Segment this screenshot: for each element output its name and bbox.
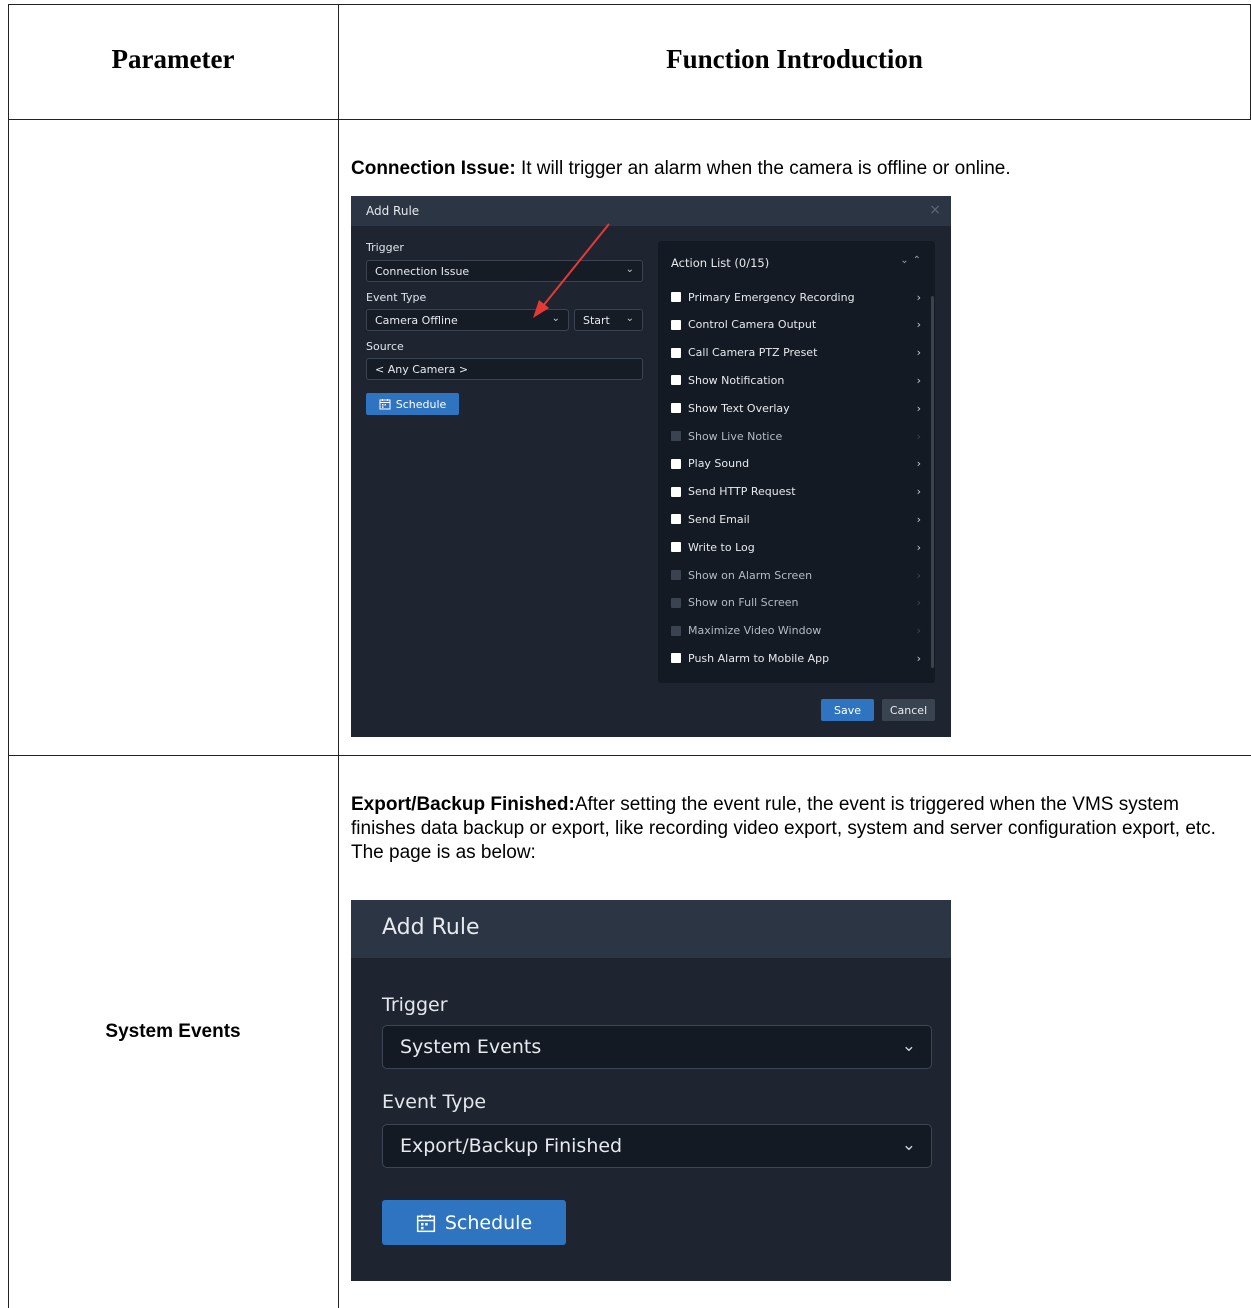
- chevron-down-icon: ⌄: [901, 1135, 916, 1155]
- add-rule-dialog-system-events: Add Rule Trigger System Events ⌄ Event T…: [351, 900, 951, 1281]
- header-parameter: Parameter: [111, 44, 235, 74]
- add-rule-dialog-connection-issue: Add Rule × Trigger Connection Issue ⌄ Ev…: [351, 196, 951, 737]
- trigger-label: Trigger: [382, 994, 448, 1016]
- row1-intro-title: Connection Issue:: [351, 158, 516, 179]
- row2-intro: Export/Backup Finished:After setting the…: [351, 793, 1231, 865]
- table-column-divider: [338, 4, 339, 1308]
- calendar-icon: [416, 1214, 435, 1232]
- event-type-select-value: Export/Backup Finished: [400, 1135, 623, 1157]
- schedule-button[interactable]: Schedule: [382, 1200, 566, 1245]
- chevron-down-icon: ⌄: [901, 1036, 916, 1056]
- trigger-select[interactable]: System Events ⌄: [382, 1025, 932, 1069]
- row1-parameter: [8, 120, 338, 755]
- event-type-select[interactable]: Export/Backup Finished ⌄: [382, 1124, 932, 1168]
- schedule-button-label: Schedule: [444, 1211, 533, 1234]
- trigger-select-value: System Events: [400, 1036, 542, 1058]
- row1-intro: Connection Issue: It will trigger an ala…: [351, 157, 1231, 181]
- header-function-introduction: Function Introduction: [666, 44, 923, 74]
- row1-intro-text: It will trigger an alarm when the camera…: [515, 158, 1011, 179]
- row2-parameter: System Events: [105, 1021, 241, 1042]
- annotation-arrow-icon: [533, 223, 610, 318]
- row2-intro-title: Export/Backup Finished:: [351, 794, 575, 815]
- dialog-title: Add Rule: [382, 915, 480, 940]
- event-type-label: Event Type: [382, 1091, 487, 1113]
